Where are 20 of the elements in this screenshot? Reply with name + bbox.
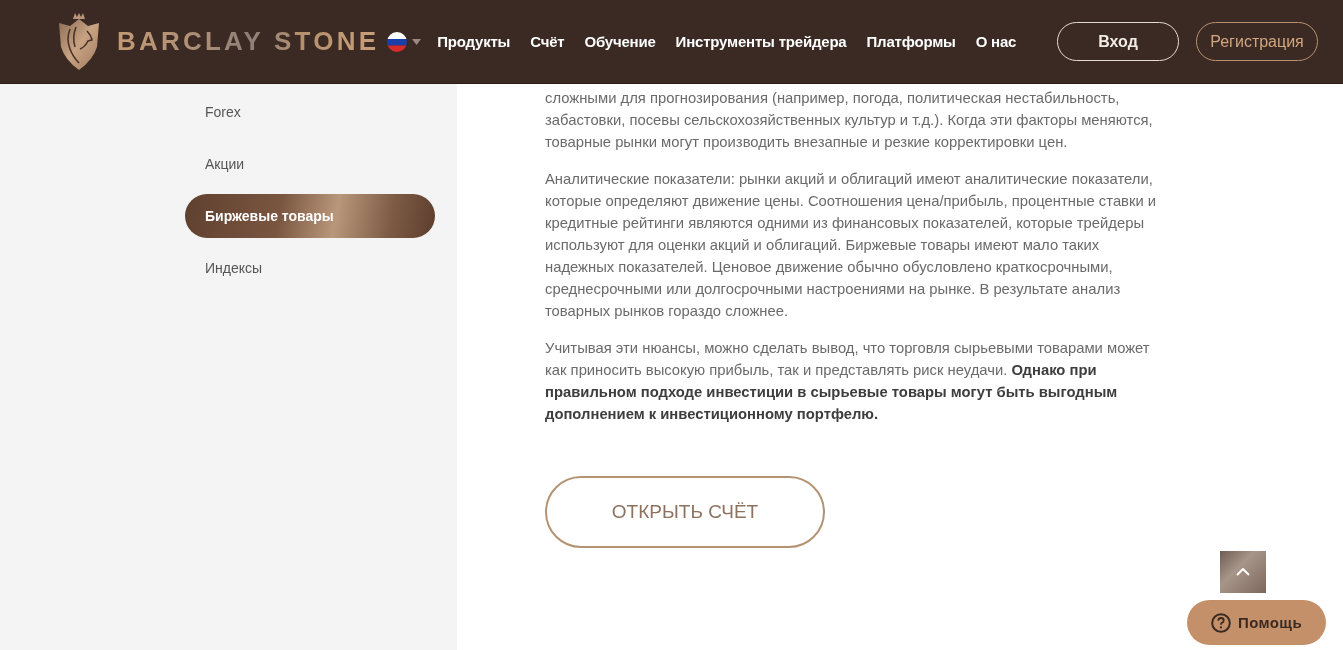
nav-link[interactable]: Счёт bbox=[530, 33, 565, 50]
help-button[interactable]: Помощь bbox=[1187, 600, 1326, 645]
article-paragraph: Аналитические показатели: рынки акций и облигаций имеют аналитические показатели, которые определяют движение цены. Соотношения цена/прибыль, процентные ставки и кредитные рейтинги являются одними из финансовых показателей, которые трейдеры используют для оценки акций и облигаций. Биржевые товары имеют мало таких надежных показателей. Ценовое движение обычно обусловлено краткосрочными, среднесрочными или долгосрочными настроениями на рынке. В результате анализ товарных рынков гораздо сложнее. bbox=[545, 170, 1158, 321]
nav-link[interactable]: О нас bbox=[975, 33, 1017, 50]
sidebar-item[interactable]: Индексы bbox=[185, 246, 435, 290]
open-account-button[interactable]: ОТКРЫТЬ СЧЁТ bbox=[545, 476, 825, 548]
lion-logo-icon[interactable] bbox=[58, 12, 100, 71]
caret-icon[interactable] bbox=[412, 38, 422, 45]
sidebar-item[interactable]: Forex bbox=[185, 90, 435, 134]
nav-link[interactable]: Платформы bbox=[866, 33, 956, 50]
article-paragraph: сложными для прогнозирования (например, погода, политическая нестабильность, забастовки, посевы сельскохозяйственных культур и т.д.). Когда эти факторы меняются, товарные рынки могут производить внезапные и резкие корректировки цен. bbox=[545, 89, 1154, 152]
chevron-up-icon bbox=[1236, 568, 1250, 576]
sidebar-item[interactable]: Акции bbox=[185, 142, 435, 186]
article-paragraph: Учитывая эти нюансы, можно сделать вывод, что торговля сырьевыми товарами может как приносить высокую прибыль, так и представлять риск неудачи. Однако при правильном подходе инвестиции в сырьевые товары могут быть выгодным дополнением к инвестиционному портфелю. bbox=[545, 339, 1151, 424]
nav-link[interactable]: Обучение bbox=[584, 33, 656, 50]
sidebar-item[interactable]: Биржевые товары bbox=[185, 194, 435, 238]
question-icon bbox=[1210, 612, 1231, 633]
nav-link[interactable]: Продукты bbox=[437, 33, 511, 50]
nav-link[interactable]: Инструменты трейдера bbox=[675, 33, 847, 50]
flag-icon[interactable] bbox=[387, 31, 408, 52]
